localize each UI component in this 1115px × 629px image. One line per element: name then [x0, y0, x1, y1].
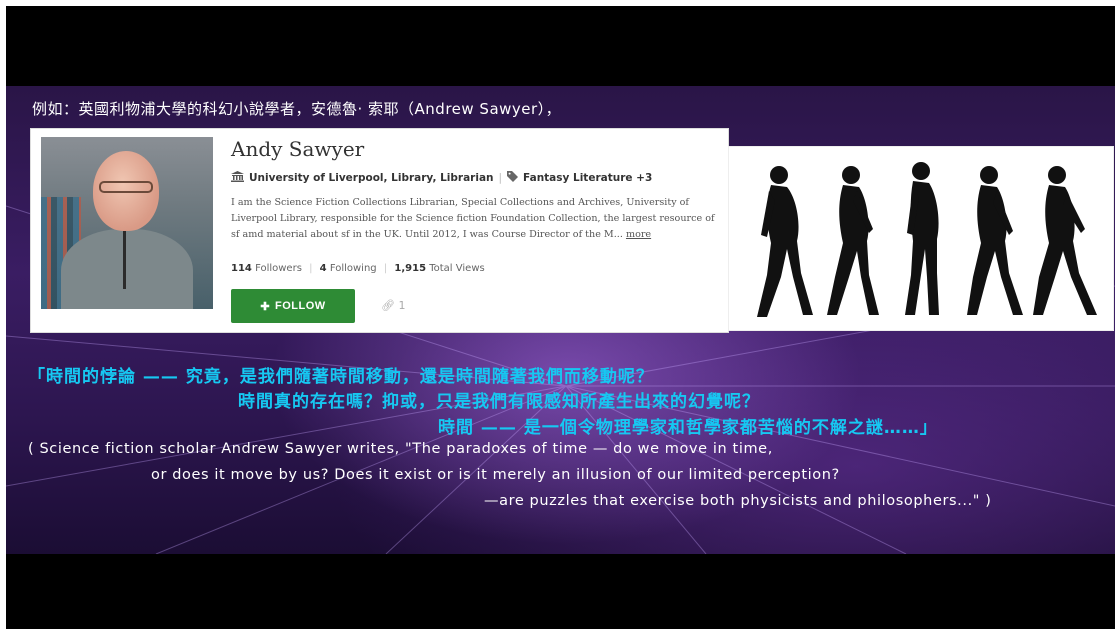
follow-button[interactable]: ✚ FOLLOW	[231, 289, 355, 323]
walking-figure	[905, 162, 939, 315]
walking-figure	[757, 166, 813, 317]
divider: |	[383, 263, 388, 274]
interests-link[interactable]: Fantasy Literature +3	[523, 172, 652, 184]
affiliation-link[interactable]: University of Liverpool, Library, Librar…	[249, 172, 494, 184]
profile-name[interactable]: Andy Sawyer	[231, 137, 364, 161]
top-caption: 例如：英國利物浦大學的科幻小說學者，安德魯· 索耶（Andrew Sawyer）…	[32, 100, 562, 118]
divider: |	[498, 172, 503, 184]
following-count[interactable]: 4	[320, 263, 327, 274]
following-label[interactable]: Following	[330, 263, 377, 274]
follow-label: FOLLOW	[275, 300, 326, 312]
followers-count[interactable]: 114	[231, 263, 252, 274]
link-icon: 🔗︎	[381, 299, 395, 312]
slide: 例如：英國利物浦大學的科幻小說學者，安德魯· 索耶（Andrew Sawyer）…	[6, 86, 1115, 554]
walking-figure	[827, 166, 879, 315]
quote-zh-line-3: 時間 —— 是一個令物理學家和哲學家都苦惱的不解之謎……」	[438, 418, 938, 438]
profile-affiliation-row: University of Liverpool, Library, Librar…	[231, 171, 652, 185]
quote-en-line-2: or does it move by us? Does it exist or …	[151, 467, 840, 483]
divider: |	[309, 263, 313, 274]
links-indicator[interactable]: 🔗︎ 1	[381, 299, 405, 312]
link-count: 1	[398, 299, 406, 312]
quote-zh-line-2: 時間真的存在嗎？抑或，只是我們有限感知所產生出來的幻覺呢？	[238, 392, 760, 412]
followers-label[interactable]: Followers	[255, 263, 302, 274]
profile-bio: I am the Science Fiction Collections Lib…	[231, 195, 721, 243]
walking-figure	[967, 166, 1023, 315]
profile-stats: 114 Followers | 4 Following | 1,915 Tota…	[231, 263, 485, 274]
walking-figure	[1033, 166, 1097, 315]
views-label: Total Views	[429, 263, 485, 274]
profile-photo	[41, 137, 213, 309]
walking-silhouettes-image	[728, 146, 1114, 331]
quote-en-line-1: ( Science fiction scholar Andrew Sawyer …	[28, 441, 773, 457]
quote-zh-line-1: 「時間的悖論 —— 究竟，是我們隨著時間移動，還是時間隨著我們而移動呢？	[28, 367, 654, 387]
profile-card: Andy Sawyer University of Liverpool, Lib…	[30, 128, 729, 333]
tag-icon	[507, 171, 519, 185]
institution-icon	[231, 171, 244, 185]
plus-icon: ✚	[260, 300, 271, 313]
quote-en-line-3: —are puzzles that exercise both physicis…	[484, 493, 992, 509]
walking-figures	[757, 162, 1097, 317]
views-count: 1,915	[394, 263, 427, 274]
more-link[interactable]: more	[626, 229, 651, 240]
